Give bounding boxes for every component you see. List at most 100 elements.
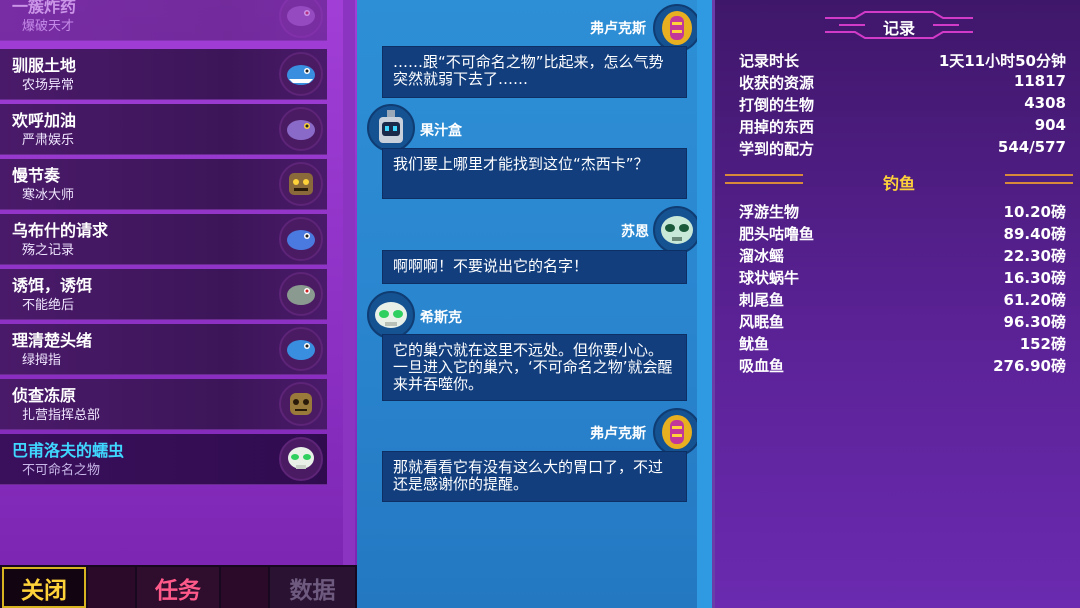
hiske-avatar-icon (367, 291, 415, 339)
records-panel: 记录 记录时长 1天11小时50分钟 收获的资源 11817 打倒的生物 430… (712, 0, 1080, 608)
quest-subtitle: 不能绝后 (22, 298, 75, 313)
quest-item[interactable]: 乌布什的请求 殇之记录 (0, 214, 327, 265)
speaker-name: 果汁盒 (420, 123, 462, 139)
tab-spacer (221, 567, 268, 608)
fish-value: 16.30磅 (1003, 269, 1066, 287)
quest-item[interactable]: 慢节奏 寒冰大师 (0, 159, 327, 210)
quest-title: 慢节奏 (12, 166, 61, 185)
quest-item[interactable]: 理清楚头绪 绿拇指 (0, 324, 327, 375)
quest-item[interactable]: 侦查冻原 扎营指挥总部 (0, 379, 327, 430)
record-row: 打倒的生物 4308 (739, 94, 1066, 116)
fish-label: 刺尾鱼 (739, 291, 785, 309)
record-row: 收获的资源 11817 (739, 72, 1066, 94)
speaker-name: 希斯克 (420, 310, 462, 326)
fish-grey-icon (279, 272, 323, 316)
dialogue-scrollbar[interactable] (697, 0, 712, 608)
speaker-name: 弗卢克斯 (590, 21, 646, 37)
fish-value: 276.90磅 (993, 357, 1066, 375)
record-label: 记录时长 (739, 52, 800, 70)
quest-subtitle: 殇之记录 (22, 243, 75, 258)
quest-subtitle: 绿拇指 (22, 353, 62, 368)
quest-item[interactable]: 欢呼加油 严肃娱乐 (0, 104, 327, 155)
dialogue-bubble: 啊啊啊！不要说出它的名字！ (382, 250, 687, 284)
quest-subtitle: 寒冰大师 (22, 188, 75, 203)
fish-label: 吸血鱼 (739, 357, 785, 375)
flux-avatar-icon (653, 408, 701, 456)
speaker-name: 苏恩 (621, 224, 649, 240)
quest-subtitle: 不可命名之物 (22, 463, 101, 478)
dialogue-bubble: 我们要上哪里才能找到这位“杰西卡”？ (382, 148, 687, 199)
mask-icon (279, 382, 323, 426)
bottom-tab-bar: 关闭 任务 数据 (0, 565, 357, 608)
record-value: 4308 (1024, 94, 1066, 112)
fish-row: 刺尾鱼 61.20磅 (739, 289, 1066, 311)
record-value: 11817 (1013, 72, 1066, 90)
record-value: 544/577 (997, 138, 1066, 156)
fish-label: 浮游生物 (739, 203, 800, 221)
fishing-title: 钓鱼 (882, 174, 915, 193)
quest-subtitle: 扎营指挥总部 (22, 408, 101, 423)
fish-row: 球状蜗牛 16.30磅 (739, 267, 1066, 289)
fish-purple-icon (279, 107, 323, 151)
fish-value: 61.20磅 (1003, 291, 1066, 309)
quest-title: 侦查冻原 (12, 386, 77, 405)
fish-value: 22.30磅 (1003, 247, 1066, 265)
sune-avatar-icon (653, 206, 701, 254)
fish-row: 鱿鱼 152磅 (739, 333, 1066, 355)
fish-blue-icon (279, 52, 323, 96)
quest-subtitle: 严肃娱乐 (22, 133, 75, 148)
record-row: 用掉的东西 904 (739, 116, 1066, 138)
quest-title: 理清楚头绪 (12, 331, 93, 350)
record-label: 用掉的东西 (739, 118, 815, 136)
fish-blue-icon (279, 217, 323, 261)
record-label: 学到的配方 (739, 140, 815, 158)
quest-title: 巴甫洛夫的蠕虫 (12, 441, 125, 460)
fish-row: 风眠鱼 96.30磅 (739, 311, 1066, 333)
fish-purple-icon (279, 0, 323, 38)
records-header: 记录 (715, 8, 1080, 42)
monster-face-icon (279, 162, 323, 206)
quest-item[interactable]: 一簇炸药 爆破天才 (0, 0, 327, 41)
fish-row: 吸血鱼 276.90磅 (739, 355, 1066, 377)
tab-quests[interactable]: 任务 (137, 567, 219, 608)
fish-value: 89.40磅 (1003, 225, 1066, 243)
record-row: 学到的配方 544/577 (739, 138, 1066, 160)
fish-row: 浮游生物 10.20磅 (739, 201, 1066, 223)
dialogue-bubble: 那就看看它有没有这么大的胃口了，不过还是感谢你的提醒。 (382, 451, 687, 502)
fish-value: 152磅 (1019, 335, 1066, 353)
fish-label: 风眠鱼 (739, 313, 785, 331)
quest-item-active[interactable]: 巴甫洛夫的蠕虫 不可命名之物 (0, 434, 327, 485)
fish-label: 球状蜗牛 (739, 269, 800, 287)
tab-spacer (88, 567, 135, 608)
quest-item[interactable]: 诱饵，诱饵 不能绝后 (0, 269, 327, 320)
record-row: 记录时长 1天11小时50分钟 (739, 50, 1066, 72)
fish-row: 肥头咕噜鱼 89.40磅 (739, 223, 1066, 245)
fish-label: 溜冰鳐 (739, 247, 785, 265)
record-value: 1天11小时50分钟 (938, 52, 1066, 70)
record-label: 收获的资源 (739, 74, 815, 92)
record-label: 打倒的生物 (739, 96, 815, 114)
quest-title: 欢呼加油 (12, 111, 77, 130)
fish-value: 96.30磅 (1003, 313, 1066, 331)
quest-list-panel: 一簇炸药 爆破天才 驯服土地 农场异常 欢呼加油 严肃娱乐 慢节奏 寒冰大师 乌… (0, 0, 357, 608)
flux-avatar-icon (653, 4, 701, 52)
quest-title: 诱饵，诱饵 (12, 276, 93, 295)
dialogue-bubble: 它的巢穴就在这里不远处。但你要小心。一旦进入它的巢穴，‘不可命名之物’就会醒来并… (382, 334, 687, 401)
fish-value: 10.20磅 (1003, 203, 1066, 221)
record-value: 904 (1034, 116, 1066, 134)
records-title: 记录 (882, 19, 915, 38)
dialogue-panel: 弗卢克斯 ……跟“不可命名之物”比起来，怎么气势突然就弱下去了…… 果汁盒 我们… (357, 0, 712, 608)
tab-data[interactable]: 数据 (270, 567, 355, 608)
quest-title: 乌布什的请求 (12, 221, 109, 240)
fish-label: 肥头咕噜鱼 (739, 225, 815, 243)
quest-subtitle: 农场异常 (22, 78, 75, 93)
skull-icon (279, 437, 323, 481)
juicebox-avatar-icon (367, 104, 415, 152)
quest-list-scrollbar[interactable] (343, 0, 355, 565)
fish-row: 溜冰鳐 22.30磅 (739, 245, 1066, 267)
close-button[interactable]: 关闭 (2, 567, 86, 608)
fish-label: 鱿鱼 (739, 335, 770, 353)
speaker-name: 弗卢克斯 (590, 426, 646, 442)
quest-item[interactable]: 驯服土地 农场异常 (0, 49, 327, 100)
fish-blue-icon (279, 327, 323, 371)
